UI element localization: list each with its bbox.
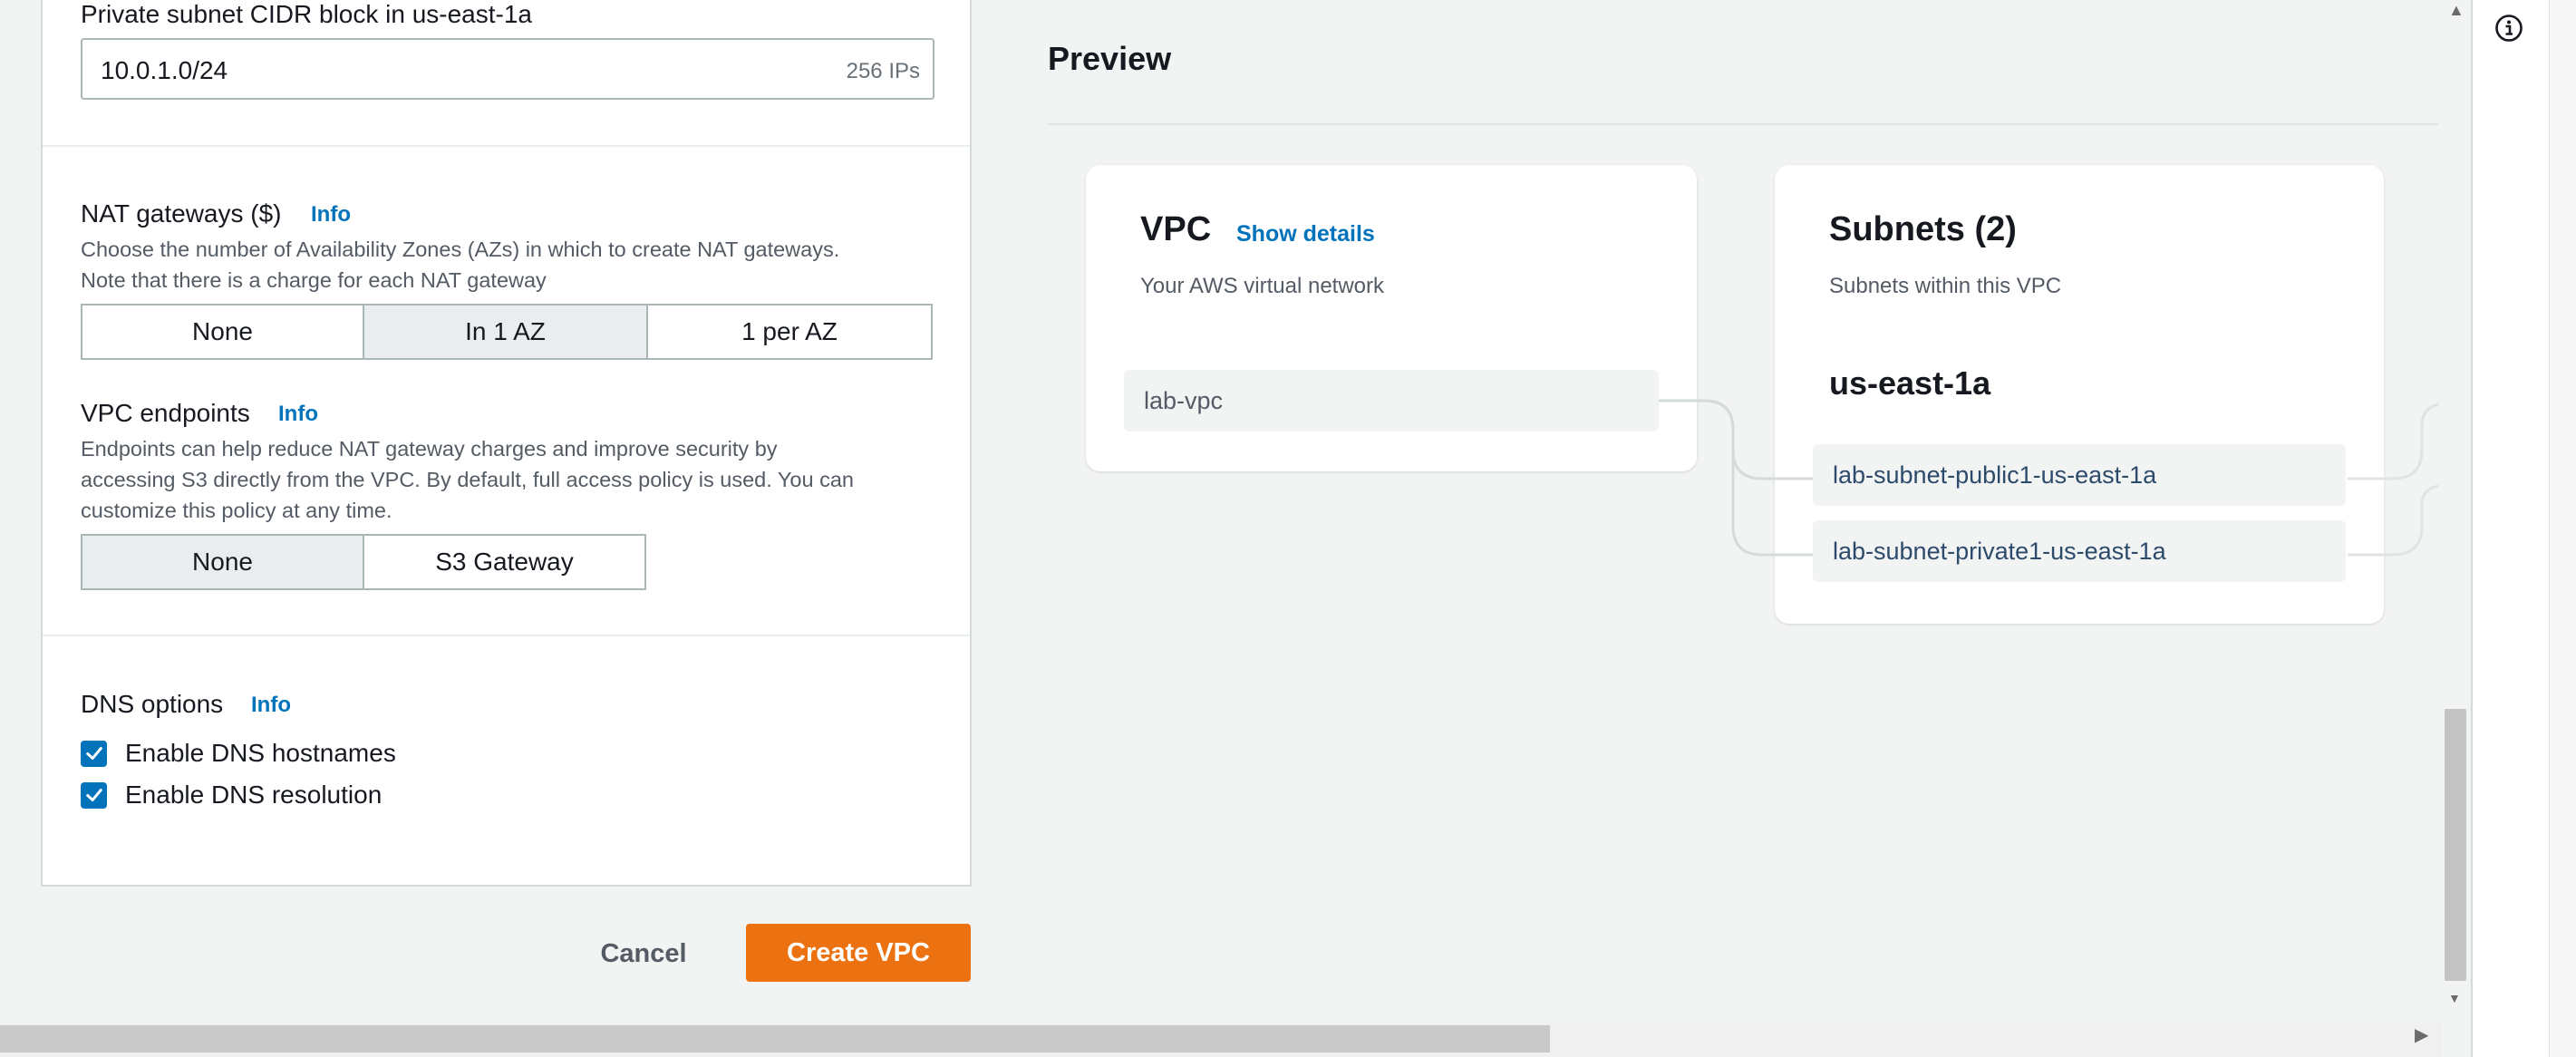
create-vpc-button[interactable]: Create VPC	[746, 924, 971, 982]
vpc-endpoints-description: Endpoints can help reduce NAT gateway ch…	[81, 437, 778, 461]
cancel-button[interactable]: Cancel	[580, 925, 707, 983]
vpc-card-heading: VPC	[1140, 210, 1212, 248]
vpc-endpoints-selector: None S3 Gateway	[81, 534, 646, 590]
vertical-scroll-thumb[interactable]	[2445, 709, 2466, 981]
check-icon	[85, 747, 102, 760]
nat-gateways-label: NAT gateways ($)	[81, 199, 282, 228]
enable-dns-hostnames-label: Enable DNS hostnames	[125, 739, 396, 767]
section-divider	[43, 145, 970, 147]
scroll-right-arrow-icon[interactable]: ▶	[2415, 1026, 2428, 1044]
nat-option-in-1-az[interactable]: In 1 AZ	[364, 305, 648, 358]
scroll-up-arrow-icon[interactable]: ▲	[2448, 2, 2465, 18]
availability-zone-heading: us-east-1a	[1829, 364, 1991, 402]
show-details-link[interactable]: Show details	[1236, 221, 1375, 247]
nat-option-1-per-az[interactable]: 1 per AZ	[648, 305, 931, 358]
nat-gateways-description: Choose the number of Availability Zones …	[81, 238, 840, 261]
subnet-node-public[interactable]: lab-subnet-public1-us-east-1a	[1813, 444, 2346, 506]
endpoint-option-none[interactable]: None	[82, 536, 364, 588]
check-icon	[85, 789, 102, 801]
enable-dns-hostnames-checkbox[interactable]	[81, 740, 107, 767]
subnets-card-subtitle: Subnets within this VPC	[1829, 274, 2062, 298]
nat-gateways-info-link[interactable]: Info	[311, 202, 351, 228]
info-circle-icon[interactable]	[2494, 13, 2524, 44]
nat-gateways-selector: None In 1 AZ 1 per AZ	[81, 304, 933, 360]
private-subnet-cidr-label: Private subnet CIDR block in us-east-1a	[81, 0, 532, 28]
subnet-node-private[interactable]: lab-subnet-private1-us-east-1a	[1813, 520, 2346, 582]
vpc-node-lab-vpc[interactable]: lab-vpc	[1124, 370, 1659, 432]
section-divider	[43, 635, 970, 636]
vpc-preview-card: VPC Show details Your AWS virtual networ…	[1086, 165, 1697, 471]
side-panel-scrollbar[interactable]	[2549, 0, 2576, 1057]
enable-dns-hostnames-row[interactable]: Enable DNS hostnames	[81, 738, 396, 769]
enable-dns-resolution-label: Enable DNS resolution	[125, 781, 383, 809]
private-subnet-cidr-value: 10.0.1.0/24	[101, 56, 228, 84]
enable-dns-resolution-checkbox[interactable]	[81, 781, 107, 809]
vpc-settings-card: Private subnet CIDR block in us-east-1a …	[41, 0, 972, 887]
nat-gateways-description: Note that there is a charge for each NAT…	[81, 268, 547, 292]
endpoint-option-s3-gateway[interactable]: S3 Gateway	[364, 536, 644, 588]
subnets-card-heading: Subnets (2)	[1829, 210, 2017, 248]
enable-dns-resolution-row[interactable]: Enable DNS resolution	[81, 780, 382, 810]
ip-count-suffix: 256 IPs	[846, 59, 920, 83]
vpc-card-subtitle: Your AWS virtual network	[1140, 274, 1385, 298]
horizontal-scroll-thumb[interactable]	[0, 1025, 1550, 1052]
preview-title: Preview	[1048, 40, 1172, 77]
private-subnet-cidr-input[interactable]: 10.0.1.0/24 256 IPs	[81, 38, 935, 100]
vpc-endpoints-info-link[interactable]: Info	[278, 402, 318, 427]
dns-options-info-link[interactable]: Info	[251, 693, 291, 718]
nat-option-none[interactable]: None	[82, 305, 364, 358]
vpc-endpoints-description: accessing S3 directly from the VPC. By d…	[81, 468, 854, 491]
scroll-down-arrow-icon[interactable]: ▼	[2448, 992, 2461, 1004]
subnets-preview-card: Subnets (2) Subnets within this VPC us-e…	[1775, 165, 2384, 624]
vpc-endpoints-description: customize this policy at any time.	[81, 499, 392, 522]
preview-divider	[1048, 123, 2438, 125]
vpc-endpoints-label: VPC endpoints	[81, 399, 250, 427]
dns-options-label: DNS options	[81, 690, 224, 718]
